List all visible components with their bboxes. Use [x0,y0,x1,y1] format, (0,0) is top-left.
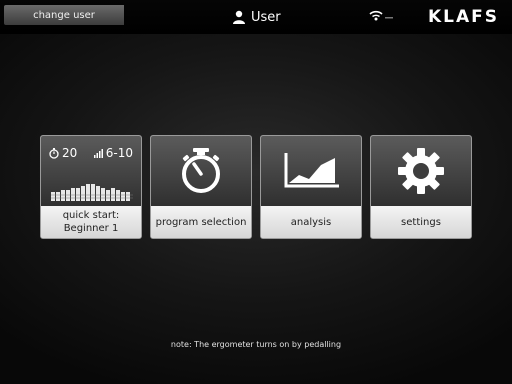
analysis-label: analysis [261,206,361,238]
settings-tile[interactable]: settings [370,135,472,239]
signal-icon [93,148,103,158]
gear-icon [398,148,444,194]
quick-start-label: quick start: Beginner 1 [41,206,141,238]
program-selection-label: program selection [151,206,251,238]
user-icon [233,10,245,24]
analysis-face [261,136,361,206]
wifi-icon [369,10,393,21]
quick-start-time: 20 [49,146,77,160]
stopwatch-icon [182,148,220,193]
program-selection-face [151,136,251,206]
main-menu: 20 6-10 quick start: Beginner 1 program … [40,135,472,239]
chart-icon [284,153,339,188]
program-selection-tile[interactable]: program selection [150,135,252,239]
quick-start-level: 6-10 [93,146,133,160]
quick-start-tile[interactable]: 20 6-10 quick start: Beginner 1 [40,135,142,239]
profile-bars-icon [51,184,133,201]
current-user: User [232,7,281,27]
footer-note: note: The ergometer turns on by pedallin… [170,340,342,349]
klafs-logo: KLAFS [428,7,500,27]
change-user-label: change user [33,9,95,21]
settings-face [371,136,471,206]
change-user-button[interactable]: change user [4,5,124,25]
top-bar: change user User KLAFS [0,0,512,34]
user-name: User [251,9,281,25]
quick-start-face: 20 6-10 [41,136,141,206]
analysis-tile[interactable]: analysis [260,135,362,239]
timer-icon [49,147,59,159]
settings-label: settings [371,206,471,238]
